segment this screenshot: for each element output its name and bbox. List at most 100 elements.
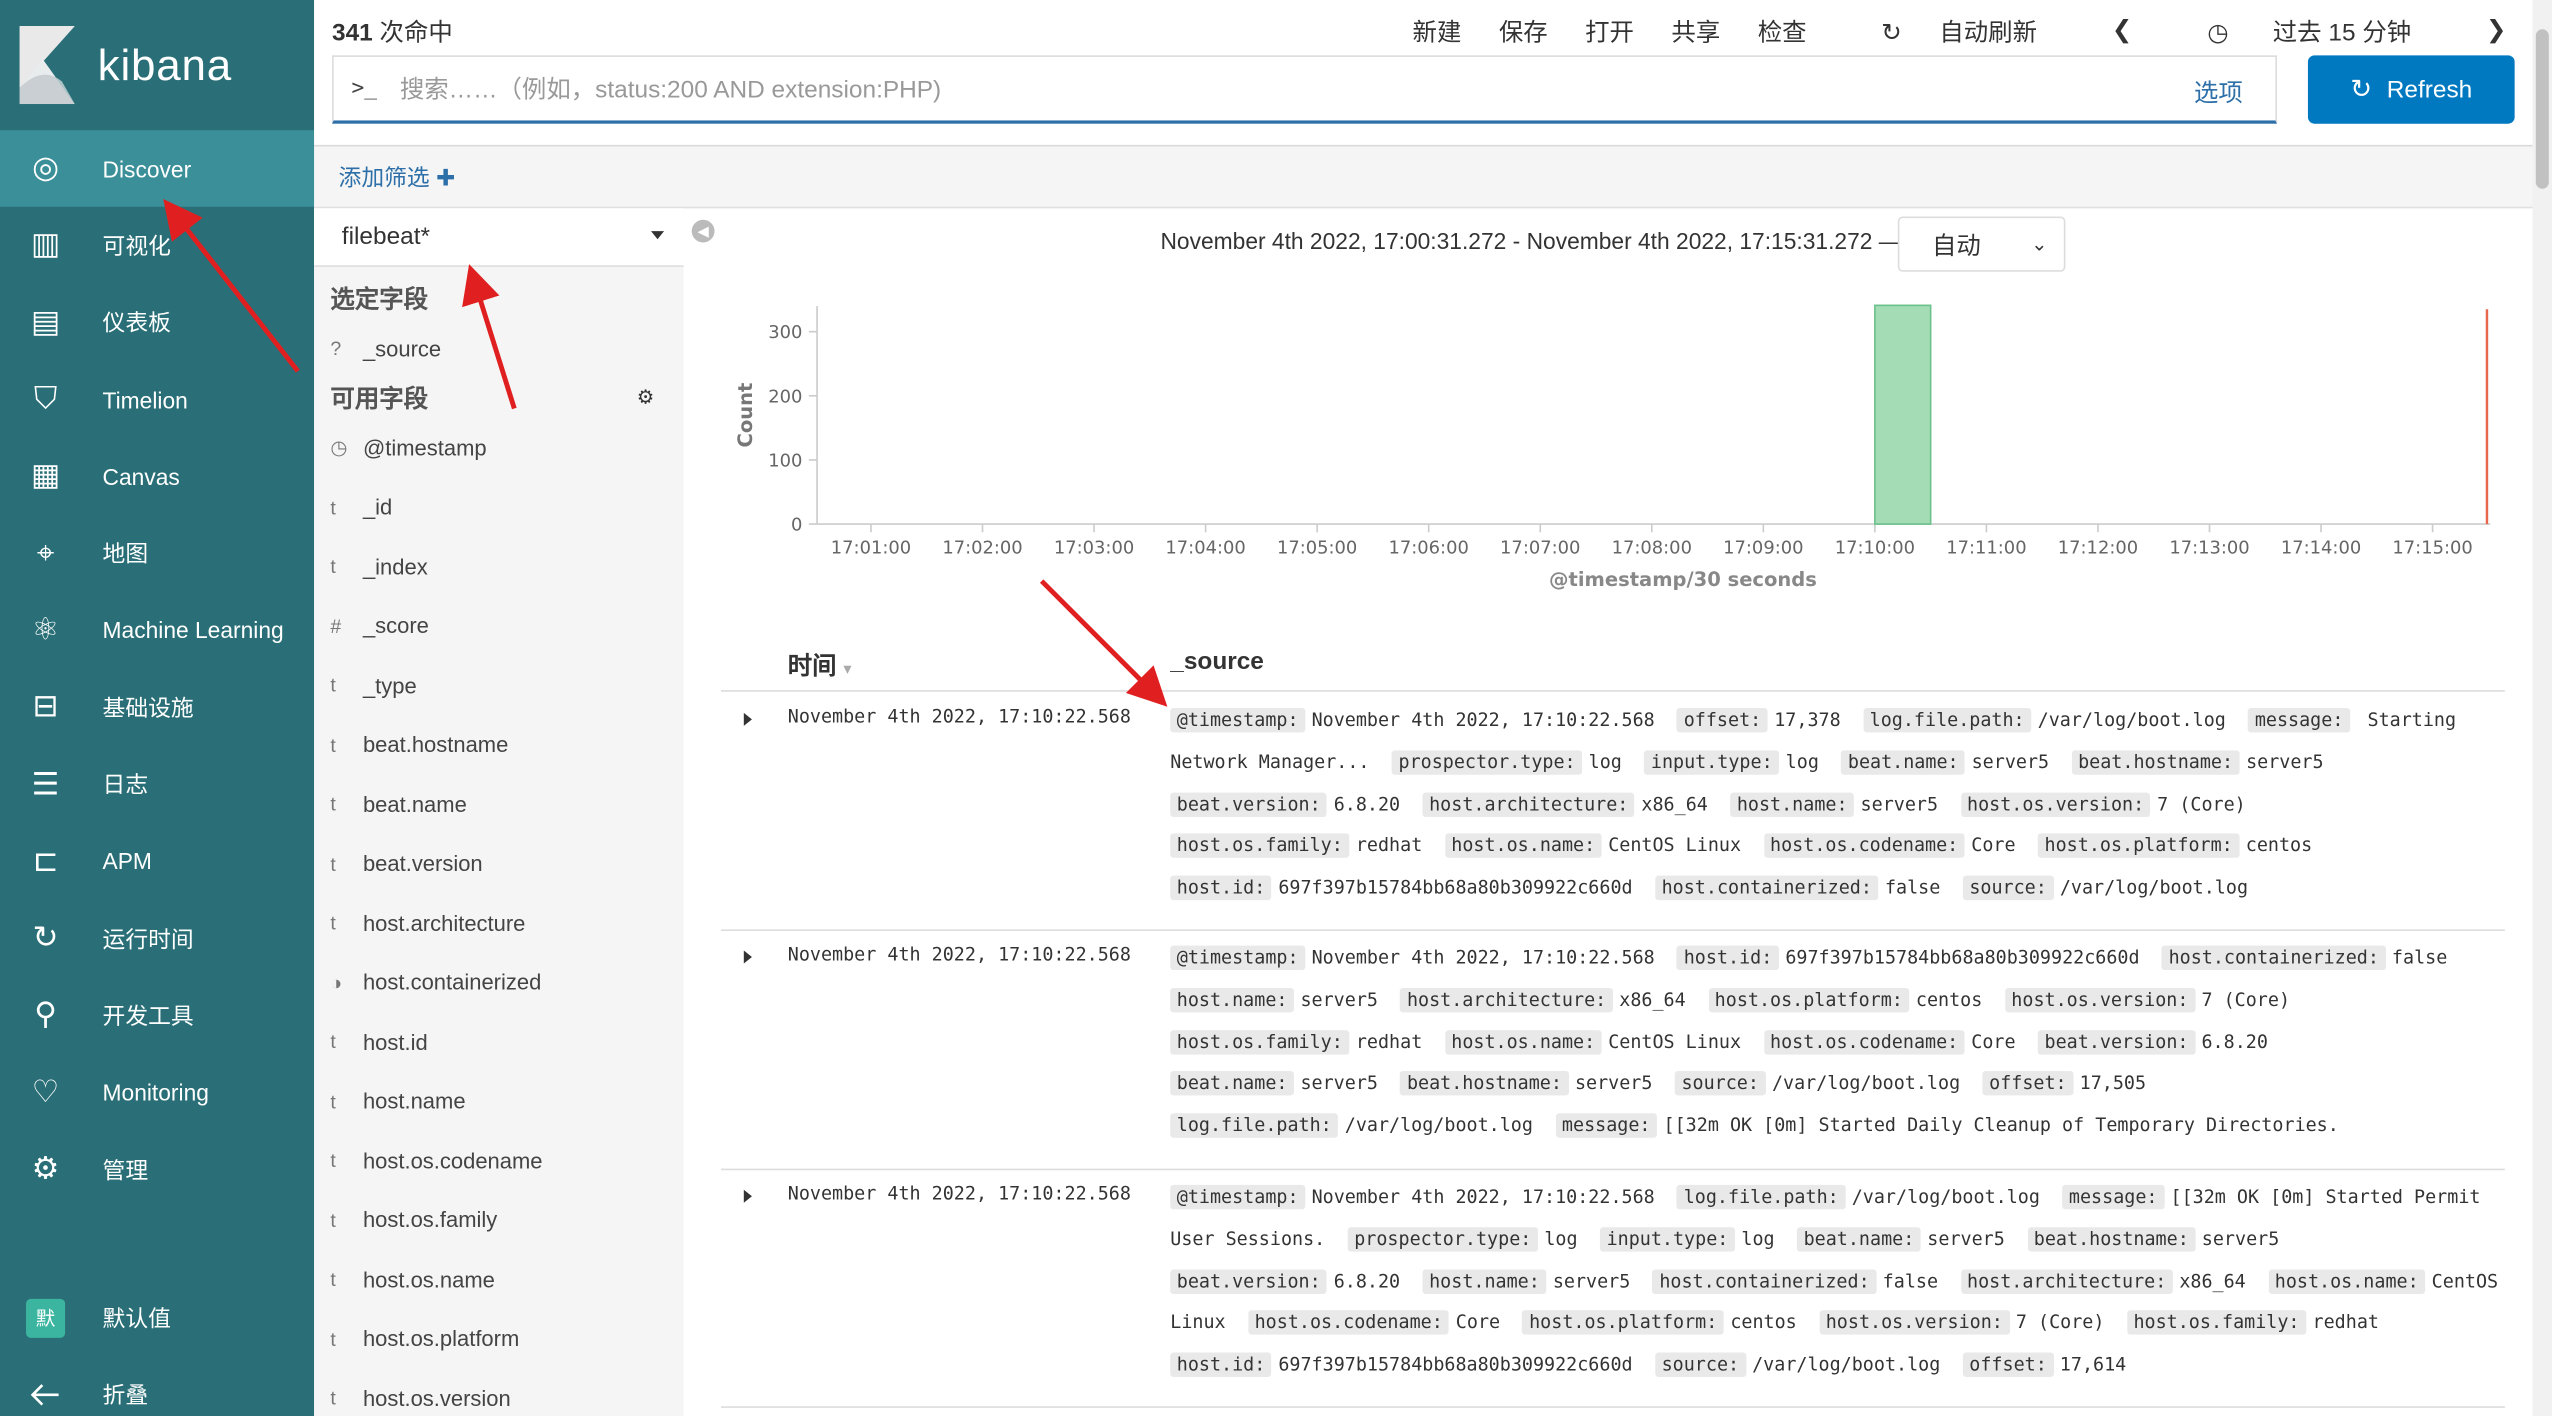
source-value: 17,378 (1774, 710, 1840, 731)
nav-item-timelion[interactable]: ⛉ Timelion (0, 361, 314, 438)
field-type-icon: # (330, 614, 363, 637)
field-item[interactable]: t host.name (330, 1085, 465, 1118)
x-tick-label: 17:15:00 (2392, 537, 2472, 558)
field-item[interactable]: t host.os.version (330, 1382, 510, 1415)
source-value: server5 (2202, 1229, 2279, 1250)
kibana-logo[interactable]: kibana (0, 0, 314, 130)
field-type-icon: t (330, 1030, 363, 1053)
field-item[interactable]: ◷ @timestamp (330, 431, 486, 464)
field-item[interactable]: ? _source (330, 332, 441, 365)
search-input[interactable]: >_ 搜索……（例如，status:200 AND extension:PHP)… (332, 55, 2277, 123)
available-fields-title: 可用字段 (330, 381, 428, 415)
col-time[interactable]: 时间 ▾ (788, 648, 852, 682)
menu-open[interactable]: 打开 (1585, 15, 1634, 49)
nav-label: 地图 (103, 537, 149, 570)
field-type-icon: t (330, 1090, 363, 1113)
field-type-icon: t (330, 733, 363, 756)
nav-label: 可视化 (103, 229, 171, 262)
field-item[interactable]: # _score (330, 610, 429, 643)
source-value: 6.8.20 (1334, 1270, 1400, 1291)
nav-item-仪表板[interactable]: ▤ 仪表板 (0, 284, 314, 361)
field-item[interactable]: t host.architecture (330, 907, 525, 940)
source-key: beat.version: (1170, 792, 1327, 816)
time-prev-button[interactable]: ❮ (2074, 15, 2132, 49)
y-axis-label: Count (734, 383, 757, 448)
field-item[interactable]: t host.os.codename (330, 1144, 542, 1177)
user-menu[interactable]: 默 默认值 (0, 1279, 314, 1356)
field-item[interactable]: t host.os.name (330, 1263, 494, 1296)
index-pattern-select[interactable]: filebeat* (314, 208, 683, 267)
expand-caret-icon[interactable] (744, 713, 752, 726)
source-key: message: (2062, 1185, 2164, 1209)
histogram-bar (1875, 305, 1931, 524)
field-name: host.os.version (363, 1386, 511, 1410)
nav-item-monitoring[interactable]: ♡ Monitoring (0, 1054, 314, 1131)
expand-caret-icon[interactable] (744, 951, 752, 964)
menu-save[interactable]: 保存 (1499, 15, 1548, 49)
table-row[interactable]: November 4th 2022, 17:10:22.568 @timestam… (721, 931, 2505, 1170)
auto-refresh-button[interactable]: ↻ 自动刷新 (1844, 15, 2037, 49)
nav-item-machine-learning[interactable]: ⚛ Machine Learning (0, 592, 314, 669)
nav-item-基础设施[interactable]: ⊟ 基础设施 (0, 669, 314, 746)
field-item[interactable]: t _id (330, 491, 392, 524)
menu-inspect[interactable]: 检查 (1758, 15, 1807, 49)
expand-caret-icon[interactable] (744, 1190, 752, 1203)
row-source: @timestamp: November 4th 2022, 17:10:22.5… (1170, 937, 2505, 1147)
add-filter-button[interactable]: 添加筛选 ✚ (339, 161, 456, 194)
collapse-sidebar-button[interactable]: ◀ (692, 220, 715, 243)
menu-share[interactable]: 共享 (1671, 15, 1720, 49)
field-name: host.containerized (363, 970, 541, 994)
source-value: 17,505 (2080, 1073, 2146, 1094)
nav-item-可视化[interactable]: ▥ 可视化 (0, 207, 314, 284)
x-tick-label: 17:08:00 (1612, 537, 1692, 558)
row-source: @timestamp: November 4th 2022, 17:10:22.5… (1170, 1177, 2505, 1387)
nav-item-apm[interactable]: ⊏ APM (0, 823, 314, 900)
uptime-icon: ↻ (28, 921, 64, 957)
time-picker[interactable]: ◷ 过去 15 分钟 (2170, 15, 2411, 49)
source-key: host.os.version: (2005, 988, 2195, 1012)
nav-item-管理[interactable]: ⚙ 管理 (0, 1131, 314, 1208)
field-item[interactable]: t beat.name (330, 788, 466, 821)
app-name: kibana (98, 40, 232, 90)
field-item[interactable]: t host.os.platform (330, 1322, 519, 1355)
options-button[interactable]: 选项 (2194, 75, 2243, 109)
scrollbar[interactable] (2533, 0, 2552, 1416)
source-value: November 4th 2022, 17:10:22.568 (1312, 947, 1655, 968)
field-item[interactable]: t beat.version (330, 847, 482, 880)
logs-icon: ☰ (28, 767, 64, 803)
field-type-icon: ? (330, 337, 363, 360)
table-row[interactable]: November 4th 2022, 17:10:22.568 @timestam… (721, 693, 2505, 931)
scroll-thumb[interactable] (2536, 29, 2549, 189)
source-value: centos (1730, 1312, 1796, 1333)
nav-item-开发工具[interactable]: ⚲ 开发工具 (0, 977, 314, 1054)
field-type-icon: t (330, 1208, 363, 1231)
table-row[interactable]: November 4th 2022, 17:10:22.568 @timestam… (721, 1170, 2505, 1408)
interval-select[interactable]: 自动 ⌄ (1898, 216, 2066, 271)
source-key: @timestamp: (1170, 708, 1305, 732)
field-item[interactable]: t beat.hostname (330, 728, 508, 761)
field-item[interactable]: t host.os.family (330, 1204, 497, 1237)
source-key: host.os.name: (1445, 834, 1602, 858)
nav-item-discover[interactable]: ◎ Discover (0, 130, 314, 207)
refresh-button[interactable]: ↻ Refresh (2308, 55, 2515, 123)
nav-item-canvas[interactable]: ▦ Canvas (0, 438, 314, 515)
source-value: false (2392, 947, 2447, 968)
source-value: [[32m OK [0m] Started Daily Cleanup of… (1664, 1115, 2339, 1136)
source-value: /var/log/boot.log (1852, 1187, 2040, 1208)
field-item[interactable]: t _type (330, 669, 416, 702)
source-key: beat.hostname: (2027, 1227, 2195, 1251)
field-item[interactable]: t host.id (330, 1025, 427, 1058)
gear-icon[interactable]: ⚙ (637, 386, 655, 409)
nav-item-日志[interactable]: ☰ 日志 (0, 746, 314, 823)
field-item[interactable]: t _index (330, 550, 427, 583)
time-next-button[interactable]: ❯ (2449, 15, 2507, 49)
menu-new[interactable]: 新建 (1413, 15, 1462, 49)
nav-item-地图[interactable]: ⌖ 地图 (0, 515, 314, 592)
nav-item-运行时间[interactable]: ↻ 运行时间 (0, 900, 314, 977)
visualize-icon: ▥ (28, 228, 64, 264)
query-bar: 341 次命中 新建 保存 打开 共享 检查 ↻ 自动刷新 ❮ ◷ 过去 15 分… (314, 0, 2552, 146)
source-key: host.os.name: (1445, 1030, 1602, 1054)
field-item[interactable]: ◑ host.containerized (330, 966, 541, 999)
collapse-nav-button[interactable]: 折叠 (0, 1356, 314, 1416)
y-tick-label: 0 (791, 515, 802, 536)
